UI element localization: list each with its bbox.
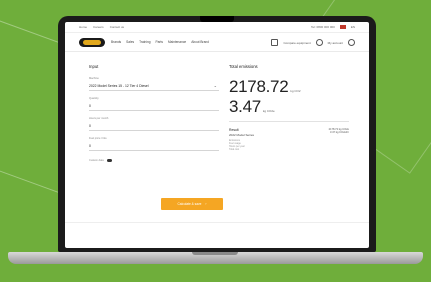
results-title: Total emissions	[229, 64, 258, 69]
calculate-label: Calculate & save	[177, 202, 202, 206]
nav-item-brands[interactable]: Brands	[111, 40, 121, 44]
field-underline	[89, 90, 219, 91]
utility-bar: Home Careers Contact us Tel: 0800 000 00…	[65, 22, 369, 33]
field-value: 0	[89, 104, 91, 108]
topbar-link-contact[interactable]: Contact us	[110, 25, 124, 29]
arrow-right-icon: ›	[205, 202, 207, 206]
laptop-lid: Home Careers Contact us Tel: 0800 000 00…	[58, 16, 376, 252]
compare-link[interactable]: Compare equipment	[283, 41, 310, 45]
machine-select[interactable]: Machine 2022 Model Series 15 - 12 Tier 4…	[89, 77, 219, 97]
calculator-form: Input Machine 2022 Model Series 15 - 12 …	[89, 64, 219, 171]
emissions-total-value: 2178.72	[229, 77, 289, 96]
field-value: 2022 Model Series 15 - 12 Tier 4 Diesel	[89, 84, 149, 88]
calculate-button[interactable]: Calculate & save ›	[161, 198, 223, 210]
divider	[229, 121, 349, 122]
custom-data-row: Custom data	[89, 157, 219, 171]
account-link[interactable]: My account	[328, 41, 343, 45]
nav-item-about[interactable]: About Brand	[191, 40, 209, 44]
fuel-price-field[interactable]: Fuel price / litre 0	[89, 137, 219, 157]
nav-item-parts[interactable]: Parts	[156, 40, 163, 44]
laptop-screen: Home Careers Contact us Tel: 0800 000 00…	[65, 22, 369, 248]
main-navigation: Brands Sales Training Parts Maintenance …	[65, 33, 369, 52]
emissions-rate-value: 3.47	[229, 97, 261, 116]
user-icon[interactable]	[315, 39, 323, 46]
brand-logo[interactable]	[79, 38, 105, 47]
topbar-link-careers[interactable]: Careers	[93, 25, 104, 29]
phone-number[interactable]: Tel: 0800 000 000	[311, 25, 335, 29]
emissions-rate-unit: kg CO2e	[262, 109, 275, 113]
nav-item-maintenance[interactable]: Maintenance	[168, 40, 186, 44]
camera-notch	[200, 16, 234, 22]
search-icon[interactable]	[348, 39, 355, 46]
compare-icon[interactable]	[271, 39, 279, 46]
field-label: Fuel price / litre	[89, 137, 107, 140]
emissions-total-unit: kg CO2	[290, 89, 301, 93]
quantity-field[interactable]: Quantity 0	[89, 97, 219, 117]
field-underline	[89, 150, 219, 151]
field-label: Hours per month	[89, 117, 109, 120]
field-underline	[89, 110, 219, 111]
nav-item-sales[interactable]: Sales	[126, 40, 134, 44]
form-title: Input	[89, 64, 99, 69]
field-value: 0	[89, 144, 91, 148]
field-underline	[89, 130, 219, 131]
custom-data-toggle[interactable]	[107, 158, 112, 162]
result-details: Result 2022 Model Series Emissions Fuel …	[229, 128, 349, 168]
field-value: 0	[89, 124, 91, 128]
hours-field[interactable]: Hours per month 0	[89, 117, 219, 137]
laptop-base-notch	[192, 252, 238, 255]
nav-item-training[interactable]: Training	[139, 40, 150, 44]
laptop-base	[8, 252, 423, 264]
footer-divider	[65, 222, 369, 223]
chevron-down-icon[interactable]: ⌄	[214, 83, 217, 88]
results-panel: Total emissions 2178.72 kg CO2 3.47 kg C…	[229, 64, 349, 168]
flag-icon[interactable]	[339, 25, 346, 29]
toggle-label: Custom data	[89, 159, 104, 162]
field-label: Quantity	[89, 97, 99, 100]
field-label: Machine	[89, 77, 99, 80]
topbar-link-home[interactable]: Home	[79, 25, 87, 29]
language-selector[interactable]: EN	[351, 25, 355, 29]
detail-line: Total cost	[229, 148, 240, 152]
detail-right-value: 3.47 kg CO2e/hr	[329, 131, 349, 134]
